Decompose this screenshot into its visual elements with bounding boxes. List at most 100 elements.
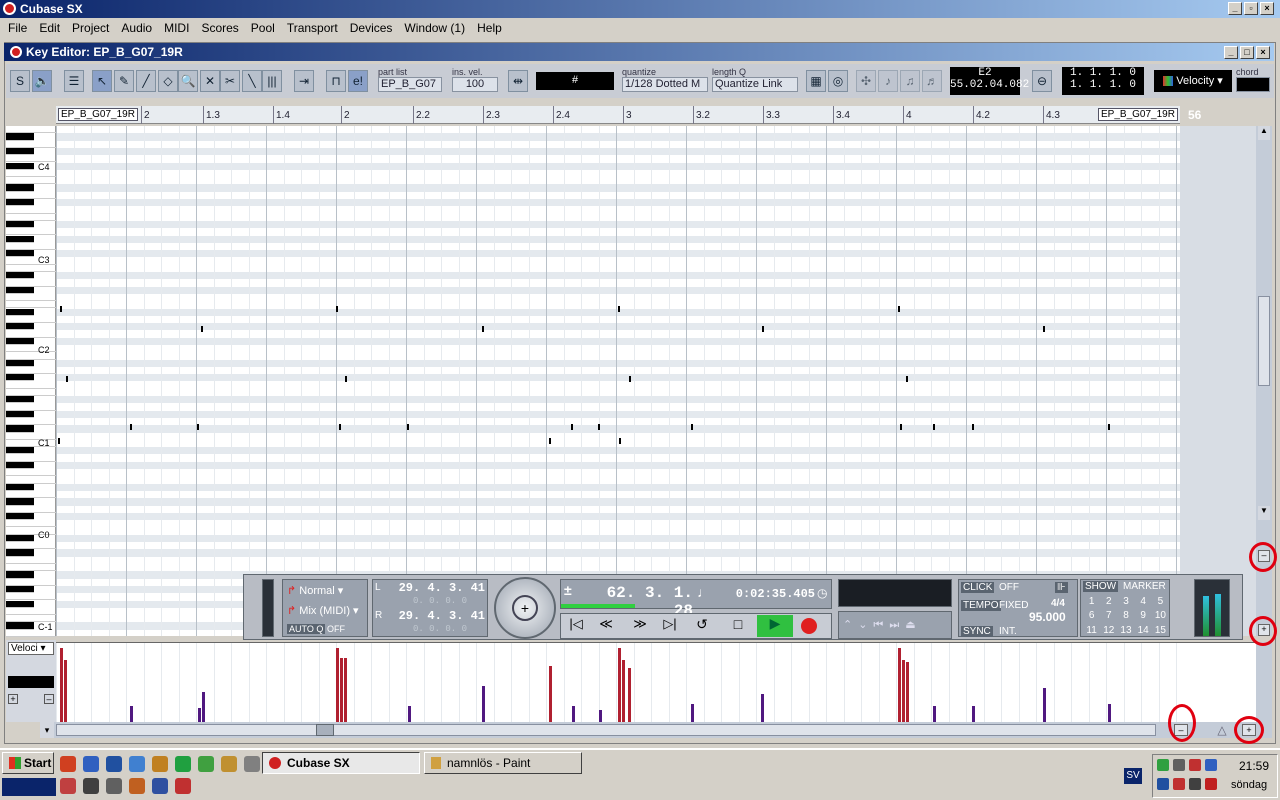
right-locator-icon[interactable]: R: [375, 610, 393, 622]
remove-lane-icon[interactable]: –: [44, 694, 54, 704]
velocity-bar[interactable]: [1043, 688, 1046, 722]
white-key[interactable]: [6, 214, 56, 221]
white-key[interactable]: [6, 542, 56, 550]
tray-icon[interactable]: [1205, 759, 1217, 771]
velocity-lane[interactable]: [6, 642, 1256, 723]
white-key[interactable]: [6, 294, 56, 302]
black-key[interactable]: [6, 447, 34, 455]
quick-launch-icon-c[interactable]: [106, 778, 122, 794]
left-locator-icon[interactable]: L: [375, 582, 393, 594]
white-key[interactable]: [6, 469, 56, 477]
velocity-bar[interactable]: [202, 692, 205, 722]
white-key[interactable]: [6, 301, 56, 309]
black-key[interactable]: [6, 549, 34, 557]
black-key[interactable]: [6, 396, 34, 404]
midi-note[interactable]: [906, 376, 908, 382]
taskbar-cubase[interactable]: Cubase SX: [262, 752, 420, 774]
auto-quantize-label[interactable]: AUTO Q: [287, 624, 326, 634]
add-lane-icon[interactable]: +: [8, 694, 18, 704]
quick-launch-tool-icon[interactable]: [198, 756, 214, 772]
velocity-bar[interactable]: [408, 706, 411, 722]
minimize-button[interactable]: _: [1228, 2, 1242, 15]
midi-note[interactable]: [339, 424, 341, 430]
marker-button-7[interactable]: 7: [1100, 610, 1117, 623]
midi-icon[interactable]: ◎: [828, 70, 848, 92]
horizontal-scroll-thumb[interactable]: [56, 724, 1156, 736]
quantize-field[interactable]: quantize 1/128 Dotted M: [622, 67, 708, 95]
velocity-bar[interactable]: [761, 694, 764, 722]
midi-note[interactable]: [933, 424, 935, 430]
white-key[interactable]: [6, 455, 56, 462]
black-key[interactable]: [6, 585, 34, 594]
white-key[interactable]: [6, 382, 56, 389]
part-list-field[interactable]: part list EP_B_G07: [378, 67, 442, 95]
go-to-end-icon[interactable]: ▷|: [659, 616, 681, 636]
quick-launch-icon-b[interactable]: [83, 778, 99, 794]
marker-button-13[interactable]: 13: [1117, 625, 1134, 638]
midi-note[interactable]: [345, 376, 347, 382]
pencil-tool-icon[interactable]: ✎: [114, 70, 134, 92]
midi-note[interactable]: [1043, 326, 1045, 332]
quick-launch-itunes-icon[interactable]: [106, 756, 122, 772]
marker-nav-icon[interactable]: ⌃⌄⏮⏭⏏: [843, 618, 922, 632]
midi-note[interactable]: [482, 326, 484, 332]
scroll-up-icon[interactable]: ▲: [1258, 126, 1270, 140]
velocity-scrollbar[interactable]: [1256, 642, 1272, 722]
editor-maximize-button[interactable]: □: [1240, 46, 1254, 59]
midi-note[interactable]: [691, 424, 693, 430]
quick-launch-icon-f[interactable]: [175, 778, 191, 794]
velocity-bar[interactable]: [972, 706, 975, 722]
white-key[interactable]: [6, 520, 56, 528]
go-to-start-icon[interactable]: |◁: [565, 616, 587, 636]
black-key[interactable]: [6, 199, 34, 207]
midi-note[interactable]: [619, 438, 621, 444]
white-key[interactable]: [6, 389, 56, 397]
mute-tool-icon[interactable]: ✕: [200, 70, 220, 92]
bars-beats-display[interactable]: 62. 3. 1. 28: [581, 584, 693, 620]
velocity-bar[interactable]: [344, 658, 347, 722]
record-mode-select[interactable]: ↱ Normal ▾: [287, 584, 343, 597]
black-key[interactable]: [6, 483, 34, 491]
white-key[interactable]: [6, 491, 56, 499]
black-key[interactable]: [6, 534, 34, 543]
left-locator-display[interactable]: 29. 4. 3. 41: [395, 582, 485, 594]
fast-forward-icon[interactable]: ≫: [625, 616, 655, 636]
marker-button-11[interactable]: 11: [1083, 625, 1100, 638]
midi-note[interactable]: [58, 438, 60, 444]
drumstick-tool-icon[interactable]: |||: [262, 70, 282, 92]
snap-icon[interactable]: ⊓: [326, 70, 346, 92]
white-key[interactable]: [6, 316, 56, 324]
show-markers-button[interactable]: SHOW: [1083, 581, 1119, 592]
editor-close-button[interactable]: ×: [1256, 46, 1270, 59]
marker-button-5[interactable]: 5: [1152, 596, 1169, 609]
rewind-icon[interactable]: ≪: [591, 616, 621, 636]
menu-item-window-1[interactable]: Window (1): [398, 21, 471, 35]
midi-note[interactable]: [336, 306, 338, 312]
black-key[interactable]: [6, 250, 34, 258]
white-key[interactable]: [6, 141, 56, 148]
white-key[interactable]: [6, 279, 56, 287]
marker-button-10[interactable]: 10: [1152, 610, 1169, 623]
quantize-tool-icon[interactable]: ✣: [856, 70, 876, 92]
white-key[interactable]: [6, 403, 56, 411]
marker-button-3[interactable]: 3: [1117, 596, 1134, 609]
language-indicator[interactable]: SV: [1124, 768, 1142, 784]
link-icon[interactable]: ⊖: [1032, 70, 1052, 92]
black-key[interactable]: [6, 308, 34, 316]
black-key[interactable]: [6, 425, 34, 433]
zoom-tool-icon[interactable]: 🔍: [178, 70, 198, 92]
step-input-icon[interactable]: ⇹: [508, 70, 528, 92]
velocity-bar[interactable]: [618, 648, 621, 722]
quick-launch-icon-d[interactable]: [129, 778, 145, 794]
black-key[interactable]: [6, 571, 34, 579]
right-locator-display[interactable]: 29. 4. 3. 41: [395, 610, 485, 622]
white-key[interactable]: [6, 557, 56, 564]
marker-button-15[interactable]: 15: [1152, 625, 1169, 638]
velocity-bar[interactable]: [64, 660, 67, 722]
black-key[interactable]: [6, 498, 34, 506]
white-key[interactable]: [6, 206, 56, 214]
velocity-bar[interactable]: [130, 706, 133, 722]
time-display[interactable]: 0:02:35.405: [723, 586, 815, 602]
midi-note[interactable]: [197, 424, 199, 430]
midi-note[interactable]: [549, 438, 551, 444]
